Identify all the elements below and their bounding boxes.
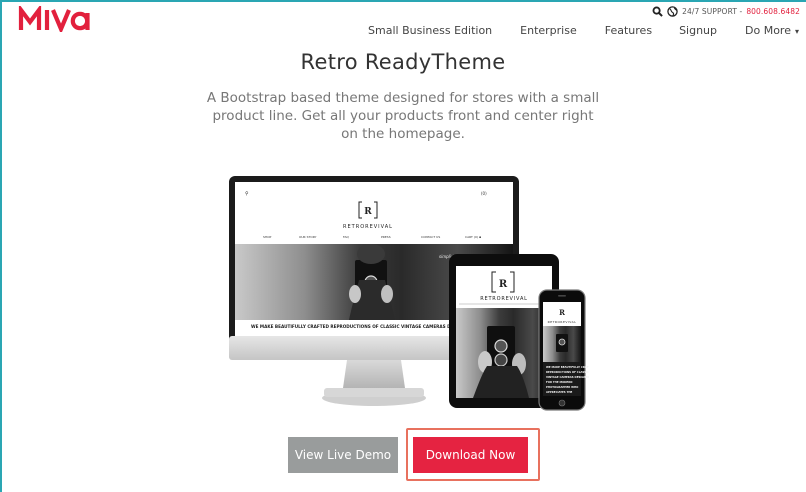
svg-text:FOR THE MODERN: FOR THE MODERN [546, 380, 572, 384]
svg-text:R: R [559, 308, 565, 317]
svg-text:PHOTOGRAPHER WHO: PHOTOGRAPHER WHO [546, 385, 579, 389]
nav-signup[interactable]: Signup [679, 24, 717, 37]
chevron-down-icon: ▾ [794, 27, 799, 36]
download-now-button[interactable]: Download Now [413, 437, 528, 473]
page-title: Retro ReadyTheme [300, 50, 506, 74]
svg-text:APPRECIATES THE: APPRECIATES THE [546, 390, 573, 394]
main-nav: Small Business Edition Enterprise Featur… [368, 24, 799, 37]
nav-features[interactable]: Features [605, 24, 652, 37]
svg-text:R: R [499, 279, 508, 290]
svg-text:SHOP: SHOP [263, 235, 272, 239]
device-mockup-image: ⚲ (0) R RETROREVIVAL SHOP OUR STORY FAQ … [229, 176, 589, 411]
svg-text:CART (0) ▪: CART (0) ▪ [465, 235, 481, 239]
support-bar: 24/7 SUPPORT - 800.608.6482 [652, 6, 800, 17]
svg-text:WE MAKE BEAUTIFULLY CRAFTED: WE MAKE BEAUTIFULLY CRAFTED [546, 365, 589, 369]
svg-text:WE MAKE BEAUTIFULLY CRAFTED RE: WE MAKE BEAUTIFULLY CRAFTED REPRODUCTION… [251, 324, 451, 329]
svg-text:⚲: ⚲ [245, 191, 249, 197]
nav-do-more-label: Do More [745, 24, 791, 37]
search-icon[interactable] [652, 6, 663, 17]
svg-text:R: R [364, 207, 372, 217]
nav-enterprise[interactable]: Enterprise [520, 24, 577, 37]
nav-do-more[interactable]: Do More ▾ [745, 24, 799, 37]
support-label: 24/7 SUPPORT - [682, 7, 743, 16]
svg-text:RETROREVIVAL: RETROREVIVAL [548, 320, 577, 324]
svg-text:RETROREVIVAL: RETROREVIVAL [343, 224, 393, 230]
svg-text:CONTACT US: CONTACT US [421, 235, 440, 239]
view-live-demo-button[interactable]: View Live Demo [288, 437, 398, 473]
globe-icon[interactable] [667, 6, 678, 17]
svg-text:FAQ: FAQ [343, 235, 349, 239]
miva-logo[interactable] [18, 6, 92, 32]
svg-text:RETROREVIVAL: RETROREVIVAL [480, 296, 528, 302]
nav-small-business[interactable]: Small Business Edition [368, 24, 492, 37]
svg-text:(0): (0) [481, 191, 487, 196]
svg-text:OUR STORY: OUR STORY [299, 235, 317, 239]
support-phone[interactable]: 800.608.6482 [746, 7, 800, 16]
svg-text:PRESS: PRESS [381, 235, 391, 239]
svg-text:REPRODUCTIONS OF CLASSIC: REPRODUCTIONS OF CLASSIC [546, 370, 589, 374]
svg-text:VINTAGE CAMERAS DESIGNED: VINTAGE CAMERAS DESIGNED [546, 375, 589, 379]
page-subtitle: A Bootstrap based theme designed for sto… [206, 90, 600, 142]
